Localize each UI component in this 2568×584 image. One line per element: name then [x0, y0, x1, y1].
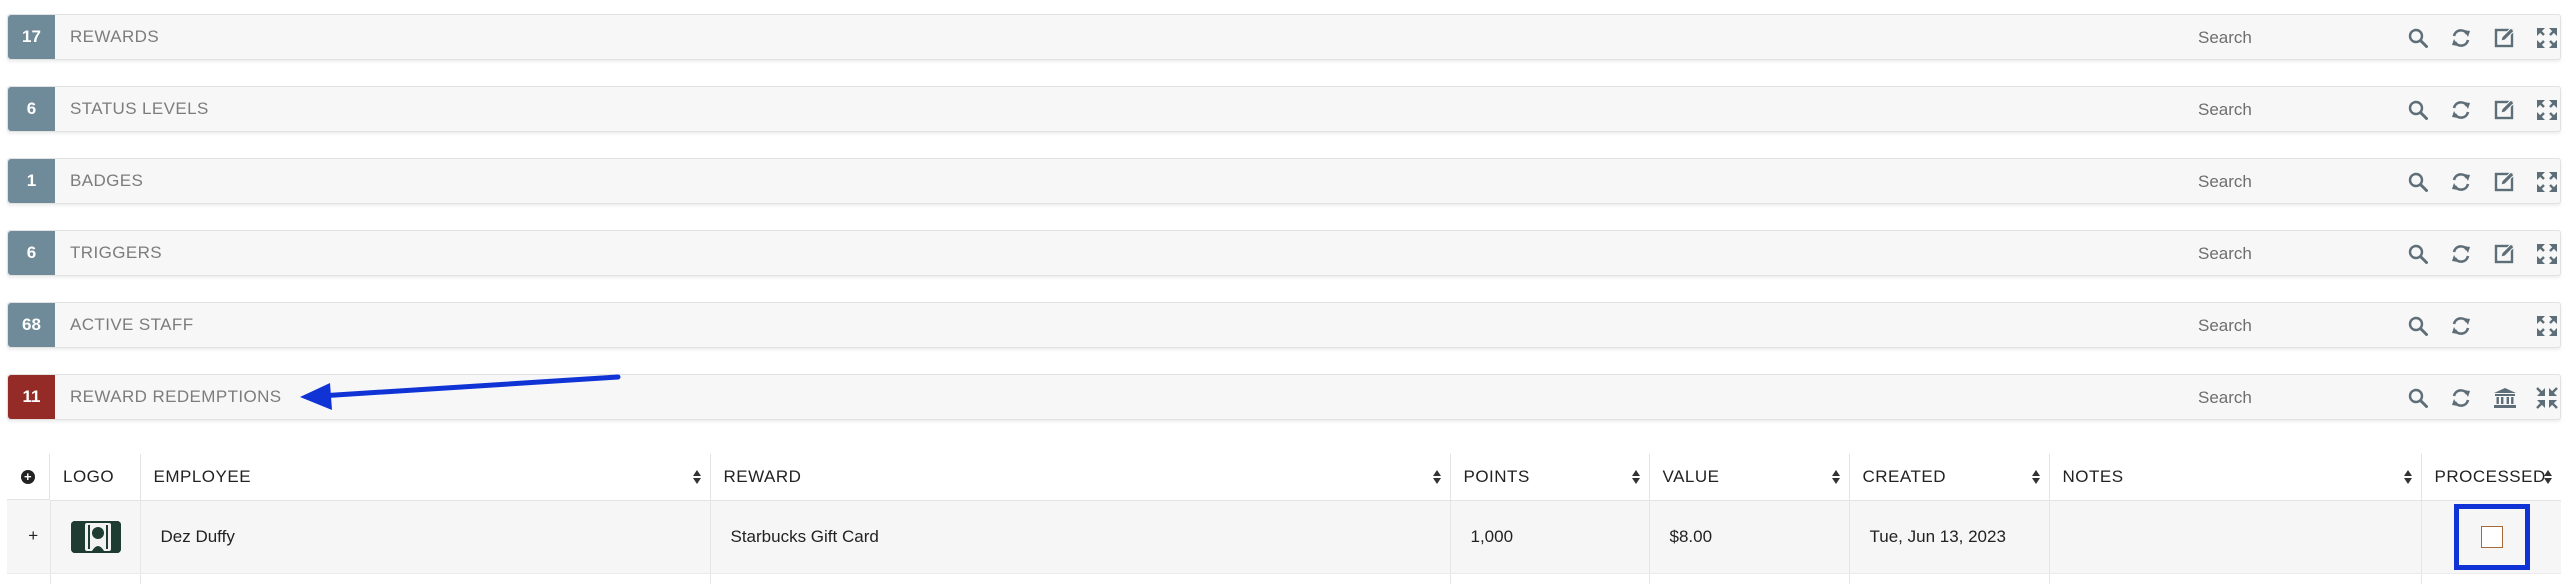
redemptions-table: + LOGO EMPLOYEE REWARD POINTS VALUE CREA…	[7, 454, 2561, 584]
expand-icon[interactable]	[2535, 314, 2559, 338]
refresh-icon[interactable]	[2449, 386, 2473, 410]
search-input[interactable]	[2196, 168, 2366, 196]
panel-title[interactable]: REWARDS	[70, 15, 159, 59]
column-header-created[interactable]: CREATED	[1849, 454, 2050, 501]
bank-icon[interactable]	[2493, 386, 2517, 410]
points-cell: 1,000	[1450, 500, 1650, 574]
panel-active-staff[interactable]: 68 ACTIVE STAFF	[7, 302, 2561, 348]
table-row[interactable]: + Dez Duffy Starbucks Gift Card 1,000 $8…	[7, 500, 2561, 574]
edit-icon[interactable]	[2493, 170, 2517, 194]
count-badge: 6	[8, 87, 55, 131]
row-expand-plus-icon[interactable]: +	[7, 500, 51, 574]
search-input[interactable]	[2196, 384, 2366, 412]
employee-cell: Dez Duffy	[140, 500, 711, 574]
panel-title[interactable]: REWARD REDEMPTIONS	[70, 375, 282, 419]
panel-rewards[interactable]: 17 REWARDS	[7, 14, 2561, 60]
add-circle-icon[interactable]: +	[21, 469, 35, 484]
sort-icon[interactable]	[1831, 469, 1840, 484]
column-header-logo: LOGO	[50, 454, 141, 501]
search-icon[interactable]	[2406, 98, 2430, 122]
search-icon[interactable]	[2406, 26, 2430, 50]
column-header-notes[interactable]: NOTES	[2049, 454, 2422, 501]
panel-reward-redemptions[interactable]: 11 REWARD REDEMPTIONS	[7, 374, 2561, 420]
refresh-icon[interactable]	[2449, 98, 2473, 122]
panel-title[interactable]: STATUS LEVELS	[70, 87, 209, 131]
panel-title[interactable]: ACTIVE STAFF	[70, 303, 194, 347]
panel-triggers[interactable]: 6 TRIGGERS	[7, 230, 2561, 276]
panel-title[interactable]: TRIGGERS	[70, 231, 162, 275]
logo-cell	[50, 500, 141, 574]
count-badge: 68	[8, 303, 55, 347]
column-header-processed[interactable]: PROCESSED	[2421, 454, 2561, 501]
count-badge: 1	[8, 159, 55, 203]
reward-cell: Starbucks Gift Card	[710, 500, 1451, 574]
sort-icon[interactable]	[692, 469, 701, 484]
created-cell: Tue, Jun 13, 2023	[1849, 500, 2050, 574]
column-header-points[interactable]: POINTS	[1450, 454, 1650, 501]
processed-cell	[2421, 500, 2561, 574]
panel-status-levels[interactable]: 6 STATUS LEVELS	[7, 86, 2561, 132]
edit-icon[interactable]	[2493, 242, 2517, 266]
refresh-icon[interactable]	[2449, 26, 2473, 50]
sort-icon[interactable]	[2403, 469, 2412, 484]
annotation-highlight-box	[2453, 503, 2530, 570]
panel-badges[interactable]: 1 BADGES	[7, 158, 2561, 204]
starbucks-logo	[70, 520, 121, 553]
refresh-icon[interactable]	[2449, 170, 2473, 194]
collapse-icon[interactable]	[2535, 386, 2559, 410]
column-header-value[interactable]: VALUE	[1649, 454, 1850, 501]
refresh-icon[interactable]	[2449, 314, 2473, 338]
processed-checkbox[interactable]	[2480, 525, 2503, 548]
edit-icon[interactable]	[2493, 98, 2517, 122]
expand-icon[interactable]	[2535, 26, 2559, 50]
sort-icon[interactable]	[1631, 469, 1640, 484]
value-cell: $8.00	[1649, 500, 1850, 574]
sort-icon[interactable]	[2544, 469, 2552, 484]
column-header-reward[interactable]: REWARD	[710, 454, 1451, 501]
search-icon[interactable]	[2406, 170, 2430, 194]
expand-icon[interactable]	[2535, 170, 2559, 194]
notes-cell	[2049, 500, 2422, 574]
search-icon[interactable]	[2406, 242, 2430, 266]
count-badge: 11	[8, 375, 55, 419]
expand-all-header[interactable]: +	[7, 454, 50, 500]
column-header-employee[interactable]: EMPLOYEE	[140, 454, 711, 501]
search-input[interactable]	[2196, 24, 2366, 52]
count-badge: 17	[8, 15, 55, 59]
table-row	[7, 573, 2561, 584]
panel-title[interactable]: BADGES	[70, 159, 143, 203]
refresh-icon[interactable]	[2449, 242, 2473, 266]
search-input[interactable]	[2196, 312, 2366, 340]
sort-icon[interactable]	[1432, 469, 1441, 484]
search-icon[interactable]	[2406, 314, 2430, 338]
expand-icon[interactable]	[2535, 242, 2559, 266]
search-input[interactable]	[2196, 96, 2366, 124]
count-badge: 6	[8, 231, 55, 275]
table-header: + LOGO EMPLOYEE REWARD POINTS VALUE CREA…	[7, 454, 2561, 501]
search-icon[interactable]	[2406, 386, 2430, 410]
sort-icon[interactable]	[2031, 469, 2040, 484]
expand-icon[interactable]	[2535, 98, 2559, 122]
search-input[interactable]	[2196, 240, 2366, 268]
edit-icon[interactable]	[2493, 26, 2517, 50]
